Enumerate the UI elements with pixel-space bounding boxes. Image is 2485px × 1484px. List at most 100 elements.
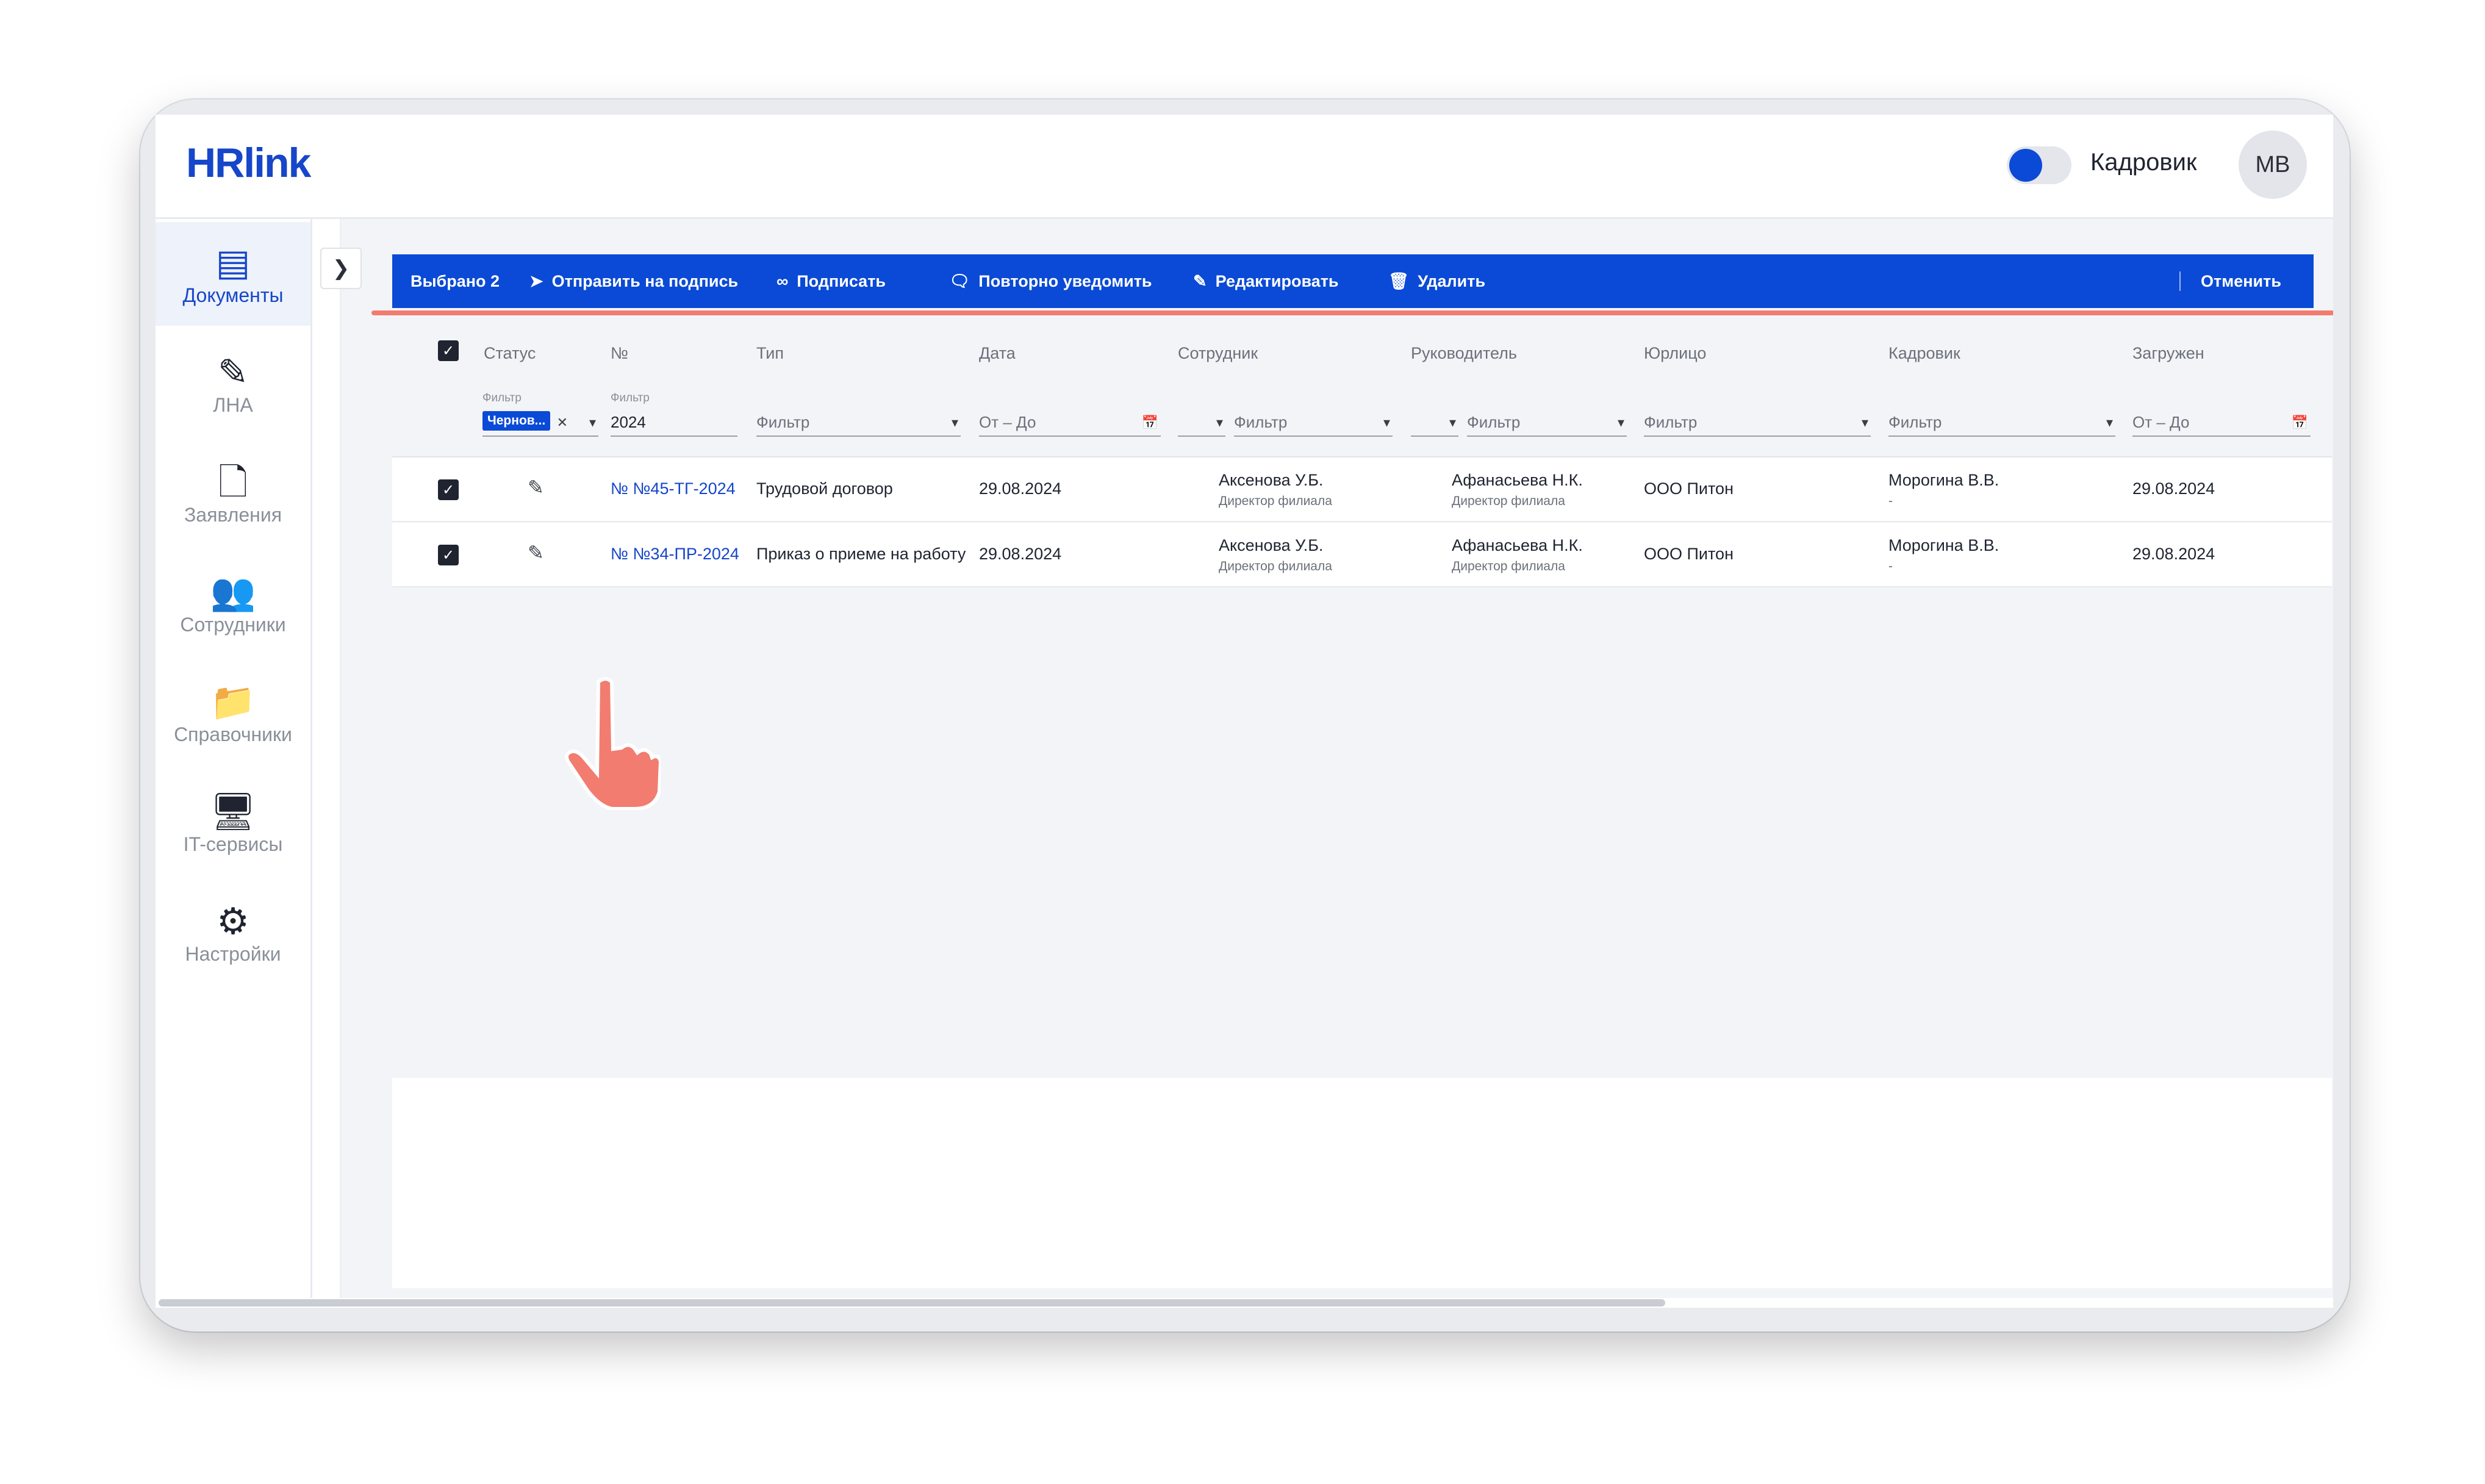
number-filter-input[interactable]: 2024 [611, 407, 737, 437]
chevron-down-icon: ▾ [1216, 415, 1223, 430]
calendar-icon: 📅 [1141, 415, 1158, 430]
employees-icon: 👥 [210, 571, 256, 612]
chevron-down-icon: ▾ [1449, 415, 1456, 430]
manager-filter-mode[interactable]: ▾ [1411, 407, 1458, 437]
document-type: Приказ о приеме на работу [756, 545, 966, 563]
status-filter[interactable]: Чернов... ✕ ▾ [482, 407, 598, 437]
legal-entity-filter[interactable]: Фильтр ▾ [1644, 407, 1871, 437]
directories-icon: 📁 [210, 681, 256, 722]
sign-button[interactable]: ∞ Подписать [776, 254, 886, 308]
date-filter[interactable]: От – До 📅 [979, 407, 1161, 437]
chevron-right-icon: ❯ [332, 257, 350, 280]
employee-name: Аксенова У.Б. [1219, 536, 1324, 554]
date-filter-placeholder: От – До [979, 413, 1036, 431]
sidebar-item-label: Сотрудники [180, 613, 286, 636]
role-toggle[interactable] [2007, 146, 2071, 184]
sidebar-item-label: IT-сервисы [183, 833, 283, 855]
table-row[interactable]: ✓ ✎ № №45-ТГ-2024 Трудовой договор 29.08… [392, 457, 2332, 522]
sidebar-item-lna[interactable]: ✎ ЛНА [156, 332, 310, 436]
applications-icon: 🗋 [218, 461, 248, 503]
logo[interactable]: HRlink [186, 139, 311, 187]
calendar-icon: 📅 [2291, 415, 2308, 430]
role-label: Кадровик [2090, 149, 2197, 176]
filter-row: Фильтр Чернов... ✕ ▾ Фильтр 2024 Фильтр … [392, 383, 2332, 457]
send-for-signature-label: Отправить на подпись [551, 271, 739, 290]
manager-name: Афанасьева Н.К. [1452, 471, 1583, 489]
chevron-down-icon: ▾ [589, 415, 596, 430]
actionbar-separator [2179, 271, 2181, 291]
sidebar-item-directories[interactable]: 📁 Справочники [156, 661, 310, 765]
manager-filter-placeholder: Фильтр [1467, 413, 1521, 431]
status-filter-chip[interactable]: Чернов... [482, 411, 551, 431]
table-footer-area [392, 1078, 2332, 1288]
sidebar-item-settings[interactable]: ⚙ Настройки [156, 881, 310, 984]
table-row[interactable]: ✓ ✎ № №34-ПР-2024 Приказ о приеме на раб… [392, 523, 2332, 587]
uploaded-filter[interactable]: От – До 📅 [2132, 407, 2311, 437]
edit-button[interactable]: ✎ Редактировать [1193, 254, 1339, 308]
renotify-button[interactable]: 🗨 Повторно уведомить [949, 254, 1152, 308]
column-employee[interactable]: Сотрудник [1178, 344, 1258, 363]
table-header: ✓ Статус № Тип Дата Сотрудник Руководите… [392, 322, 2332, 383]
manager-filter[interactable]: Фильтр ▾ [1467, 407, 1627, 437]
manager-name: Афанасьева Н.К. [1452, 536, 1583, 554]
column-status[interactable]: Статус [484, 344, 536, 363]
sidebar: ▤ Документы ✎ ЛНА 🗋 Заявления 👥 Сотрудни… [156, 219, 312, 1308]
hr-sub: - [1888, 494, 1893, 508]
type-filter[interactable]: Фильтр ▾ [756, 407, 961, 437]
document-date: 29.08.2024 [979, 479, 1062, 498]
manager-role: Директор филиала [1452, 494, 1565, 508]
column-number[interactable]: № [611, 344, 628, 363]
document-number-link[interactable]: № №34-ПР-2024 [611, 545, 739, 564]
document-number-link[interactable]: № №45-ТГ-2024 [611, 479, 736, 498]
app-header: HRlink Кадровик МВ [156, 115, 2333, 219]
employee-filter[interactable]: Фильтр ▾ [1234, 407, 1393, 437]
pencil-icon[interactable]: ✎ [528, 476, 544, 499]
status-filter-label: Фильтр [482, 392, 522, 404]
sidebar-item-applications[interactable]: 🗋 Заявления [156, 442, 310, 545]
pencil-icon[interactable]: ✎ [528, 541, 544, 564]
sidebar-item-it-services[interactable]: 🖥 IT-сервисы [156, 771, 310, 875]
employee-filter-placeholder: Фильтр [1234, 413, 1288, 431]
column-legal-entity[interactable]: Юрлицо [1644, 344, 1706, 363]
sidebar-item-label: Настройки [185, 942, 281, 965]
hr-filter[interactable]: Фильтр ▾ [1888, 407, 2115, 437]
sidebar-item-documents[interactable]: ▤ Документы [156, 222, 310, 326]
employee-role: Директор филиала [1219, 559, 1332, 573]
uploaded-date: 29.08.2024 [2132, 545, 2215, 563]
column-hr[interactable]: Кадровик [1888, 344, 1960, 363]
column-uploaded[interactable]: Загружен [2132, 344, 2204, 363]
highlight-underline [371, 310, 2333, 315]
chevron-down-icon: ▾ [2106, 415, 2113, 430]
sign-label: Подписать [797, 271, 886, 290]
sidebar-item-employees[interactable]: 👥 Сотрудники [156, 551, 310, 655]
app-screen: HRlink Кадровик МВ ▤ Документы ✎ ЛНА 🗋 З… [156, 115, 2333, 1308]
hr-sub: - [1888, 559, 1893, 573]
avatar[interactable]: МВ [2239, 131, 2307, 199]
delete-label: Удалить [1418, 271, 1486, 290]
send-for-signature-button[interactable]: ➤ Отправить на подпись [529, 254, 738, 308]
employee-filter-mode[interactable]: ▾ [1178, 407, 1225, 437]
legal-entity: ООО Питон [1644, 545, 1734, 563]
column-type[interactable]: Тип [756, 344, 784, 363]
documents-icon: ▤ [215, 242, 251, 283]
expand-sidebar-button[interactable]: ❯ [320, 248, 362, 289]
number-filter-label: Фильтр [611, 392, 650, 404]
delete-button[interactable]: 🗑 Удалить [1388, 254, 1485, 308]
edit-label: Редактировать [1215, 271, 1339, 290]
it-services-icon: 🖥 [209, 790, 257, 832]
cancel-selection-button[interactable]: Отменить [2201, 254, 2281, 308]
uploaded-date: 29.08.2024 [2132, 479, 2215, 498]
document-type: Трудовой договор [756, 479, 893, 498]
row-checkbox[interactable]: ✓ [438, 479, 459, 500]
sidebar-item-label: Документы [182, 284, 284, 306]
column-manager[interactable]: Руководитель [1411, 344, 1517, 363]
scrollbar-thumb[interactable] [159, 1299, 1665, 1307]
select-all-checkbox[interactable]: ✓ [438, 340, 459, 361]
clear-icon[interactable]: ✕ [557, 415, 568, 431]
column-date[interactable]: Дата [979, 344, 1016, 363]
row-checkbox[interactable]: ✓ [438, 545, 459, 565]
comment-icon: 🗨 [949, 272, 970, 290]
hr-name: Морогина В.В. [1888, 471, 1999, 489]
hr-name: Морогина В.В. [1888, 536, 1999, 554]
horizontal-scrollbar[interactable] [156, 1298, 2333, 1308]
